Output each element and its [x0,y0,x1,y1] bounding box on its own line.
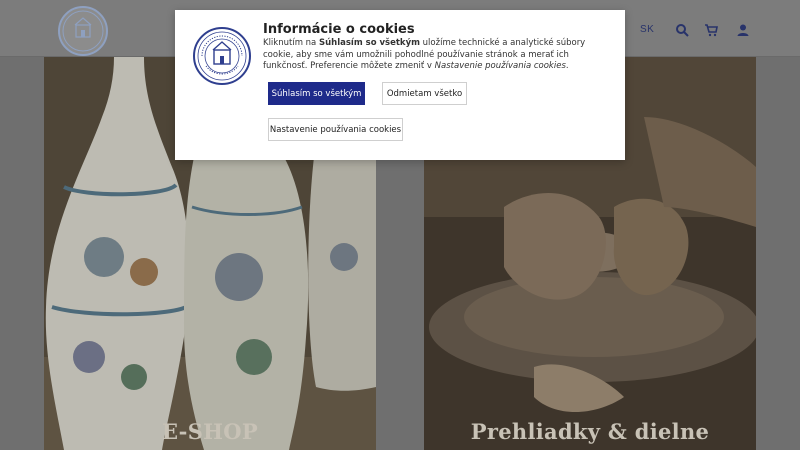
cookie-consent-modal: Informácie o cookies Kliknutím na Súhlas… [175,10,625,160]
language-switcher[interactable]: SK [640,24,654,35]
desc-bold: Súhlasím so všetkým [318,38,420,48]
search-icon[interactable] [674,22,690,38]
desc-settings-link[interactable]: Nastavenie používania cookies [435,61,566,71]
cart-icon[interactable] [703,22,719,38]
majolika-logo-icon [62,10,104,52]
cookie-settings-button[interactable]: Nastavenie používania cookies [268,118,403,141]
modal-title: Informácie o cookies [263,22,415,37]
brand-logo[interactable] [58,6,108,56]
modal-logo [193,27,251,85]
tours-label: Prehliadky & dielne [470,419,710,444]
reject-all-button[interactable]: Odmietam všetko [382,82,467,105]
eshop-label: E-SHOP [161,419,258,444]
desc-part: Kliknutím na [263,38,319,48]
accept-all-button[interactable]: Súhlasím so všetkým [268,82,365,105]
user-icon[interactable] [735,22,751,38]
desc-part: . [565,61,569,71]
modal-description: Kliknutím na Súhlasím so všetkým uložíme… [263,38,613,73]
majolika-logo-icon [197,31,247,81]
